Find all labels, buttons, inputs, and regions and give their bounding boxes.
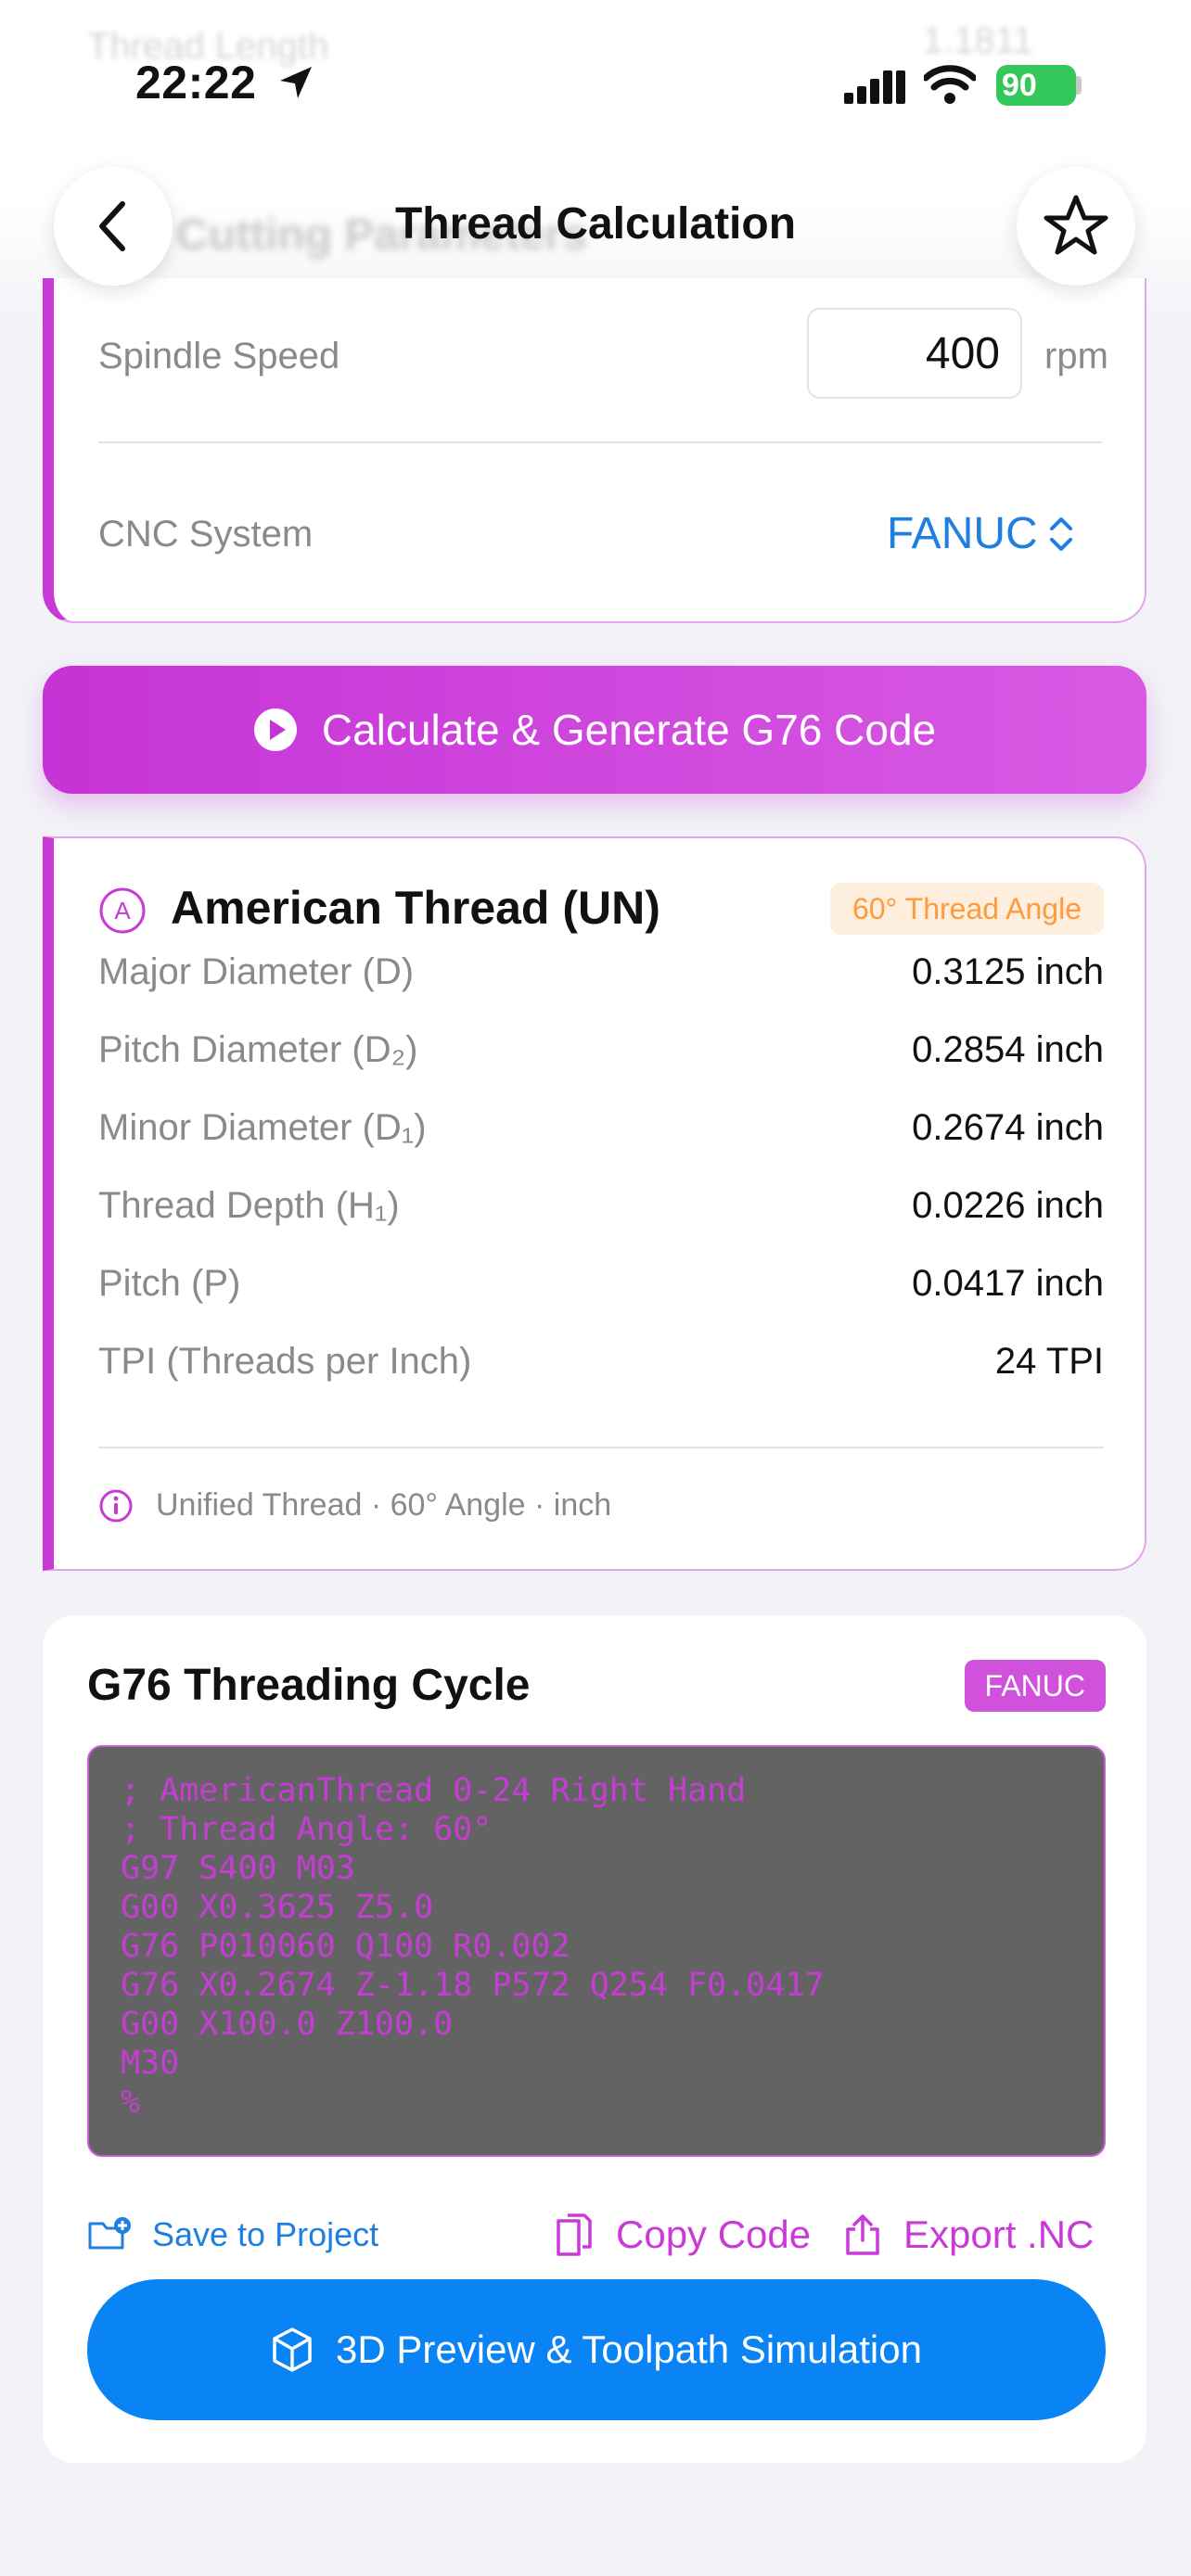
cnc-system-select[interactable]: FANUC: [887, 508, 1075, 559]
svg-text:A: A: [114, 897, 131, 925]
thread-angle-badge: 60° Thread Angle: [829, 883, 1104, 935]
spindle-speed-label: Spindle Speed: [98, 336, 340, 376]
status-bar: 22:22 90: [0, 0, 1191, 172]
spec-row: Thread Depth (H₁) 0.0226 inch: [98, 1178, 1104, 1233]
spec-row: Major Diameter (D) 0.3125 inch: [98, 944, 1104, 1000]
battery-cap: [1076, 76, 1082, 95]
folder-add-icon: [88, 2217, 131, 2250]
thread-result-card: A American Thread (UN) 60° Thread Angle …: [43, 836, 1146, 1571]
cnc-system-value: FANUC: [887, 509, 1038, 558]
export-nc-label: Export .NC: [903, 2213, 1095, 2256]
spec-label: TPI (Threads per Inch): [98, 1340, 472, 1382]
spec-value: 24 TPI: [994, 1340, 1104, 1382]
spec-value: 0.2674 inch: [912, 1106, 1104, 1148]
star-icon: [1044, 195, 1108, 255]
copy-code-button[interactable]: Copy Code: [555, 2198, 811, 2272]
save-to-project-button[interactable]: Save to Project: [87, 2198, 378, 2272]
copy-code-label: Copy Code: [616, 2213, 812, 2256]
divider: [98, 441, 1102, 443]
spec-label: Minor Diameter (D₁): [98, 1106, 427, 1148]
3d-preview-label: 3D Preview & Toolpath Simulation: [336, 2327, 922, 2371]
calculate-button[interactable]: Calculate & Generate G76 Code: [43, 666, 1146, 794]
spindle-speed-input[interactable]: [807, 308, 1022, 399]
battery-indicator: 90: [996, 65, 1076, 106]
spec-label: Thread Depth (H₁): [98, 1184, 400, 1226]
divider: [98, 1447, 1104, 1448]
g76-code-card: G76 Threading Cycle FANUC ; AmericanThre…: [43, 1615, 1146, 2463]
3d-preview-button[interactable]: 3D Preview & Toolpath Simulation: [87, 2279, 1106, 2420]
spec-label: Pitch Diameter (D₂): [98, 1028, 418, 1070]
thread-info-text: Unified Thread · 60° Angle · inch: [156, 1487, 612, 1523]
copy-icon: [557, 2213, 592, 2256]
status-time: 22:22: [135, 57, 257, 108]
spec-value: 0.0226 inch: [912, 1184, 1104, 1226]
g76-title: G76 Threading Cycle: [87, 1661, 531, 1710]
spec-label: Pitch (P): [98, 1262, 241, 1304]
save-to-project-label: Save to Project: [152, 2215, 379, 2253]
cutting-parameters-card: Spindle Speed rpm CNC System FANUC: [43, 278, 1146, 623]
wifi-icon: [924, 65, 976, 104]
share-icon: [846, 2214, 879, 2255]
spec-row: TPI (Threads per Inch) 24 TPI: [98, 1333, 1104, 1389]
info-icon: [99, 1489, 133, 1522]
cnc-system-label: CNC System: [98, 514, 314, 555]
spec-value: 0.3125 inch: [912, 950, 1104, 992]
spindle-unit: rpm: [1044, 336, 1108, 376]
spec-value: 0.2854 inch: [912, 1028, 1104, 1070]
spec-label: Major Diameter (D): [98, 950, 415, 992]
chevron-up-down-icon: [1049, 516, 1072, 551]
export-nc-button[interactable]: Export .NC: [844, 2198, 1094, 2272]
calculate-button-label: Calculate & Generate G76 Code: [321, 706, 937, 754]
thread-type-title: American Thread (UN): [171, 882, 660, 934]
cellular-signal-icon: [844, 70, 905, 104]
favorite-button[interactable]: [1017, 167, 1135, 286]
spec-row: Pitch (P) 0.0417 inch: [98, 1256, 1104, 1311]
thread-info-row: Unified Thread · 60° Angle · inch: [98, 1487, 611, 1524]
spec-row: Pitch Diameter (D₂) 0.2854 inch: [98, 1022, 1104, 1078]
cube-icon: [273, 2327, 312, 2372]
g76-code-block[interactable]: ; AmericanThread 0-24 Right Hand ; Threa…: [87, 1745, 1106, 2157]
location-arrow-icon: [280, 67, 312, 98]
spec-row: Minor Diameter (D₁) 0.2674 inch: [98, 1100, 1104, 1155]
letter-a-circle-icon: A: [99, 887, 146, 934]
cnc-system-badge: FANUC: [964, 1660, 1106, 1712]
page-title: Thread Calculation: [394, 199, 797, 249]
spec-value: 0.0417 inch: [912, 1262, 1104, 1304]
play-circle-icon: [253, 708, 297, 751]
battery-level: 90: [1002, 67, 1037, 103]
